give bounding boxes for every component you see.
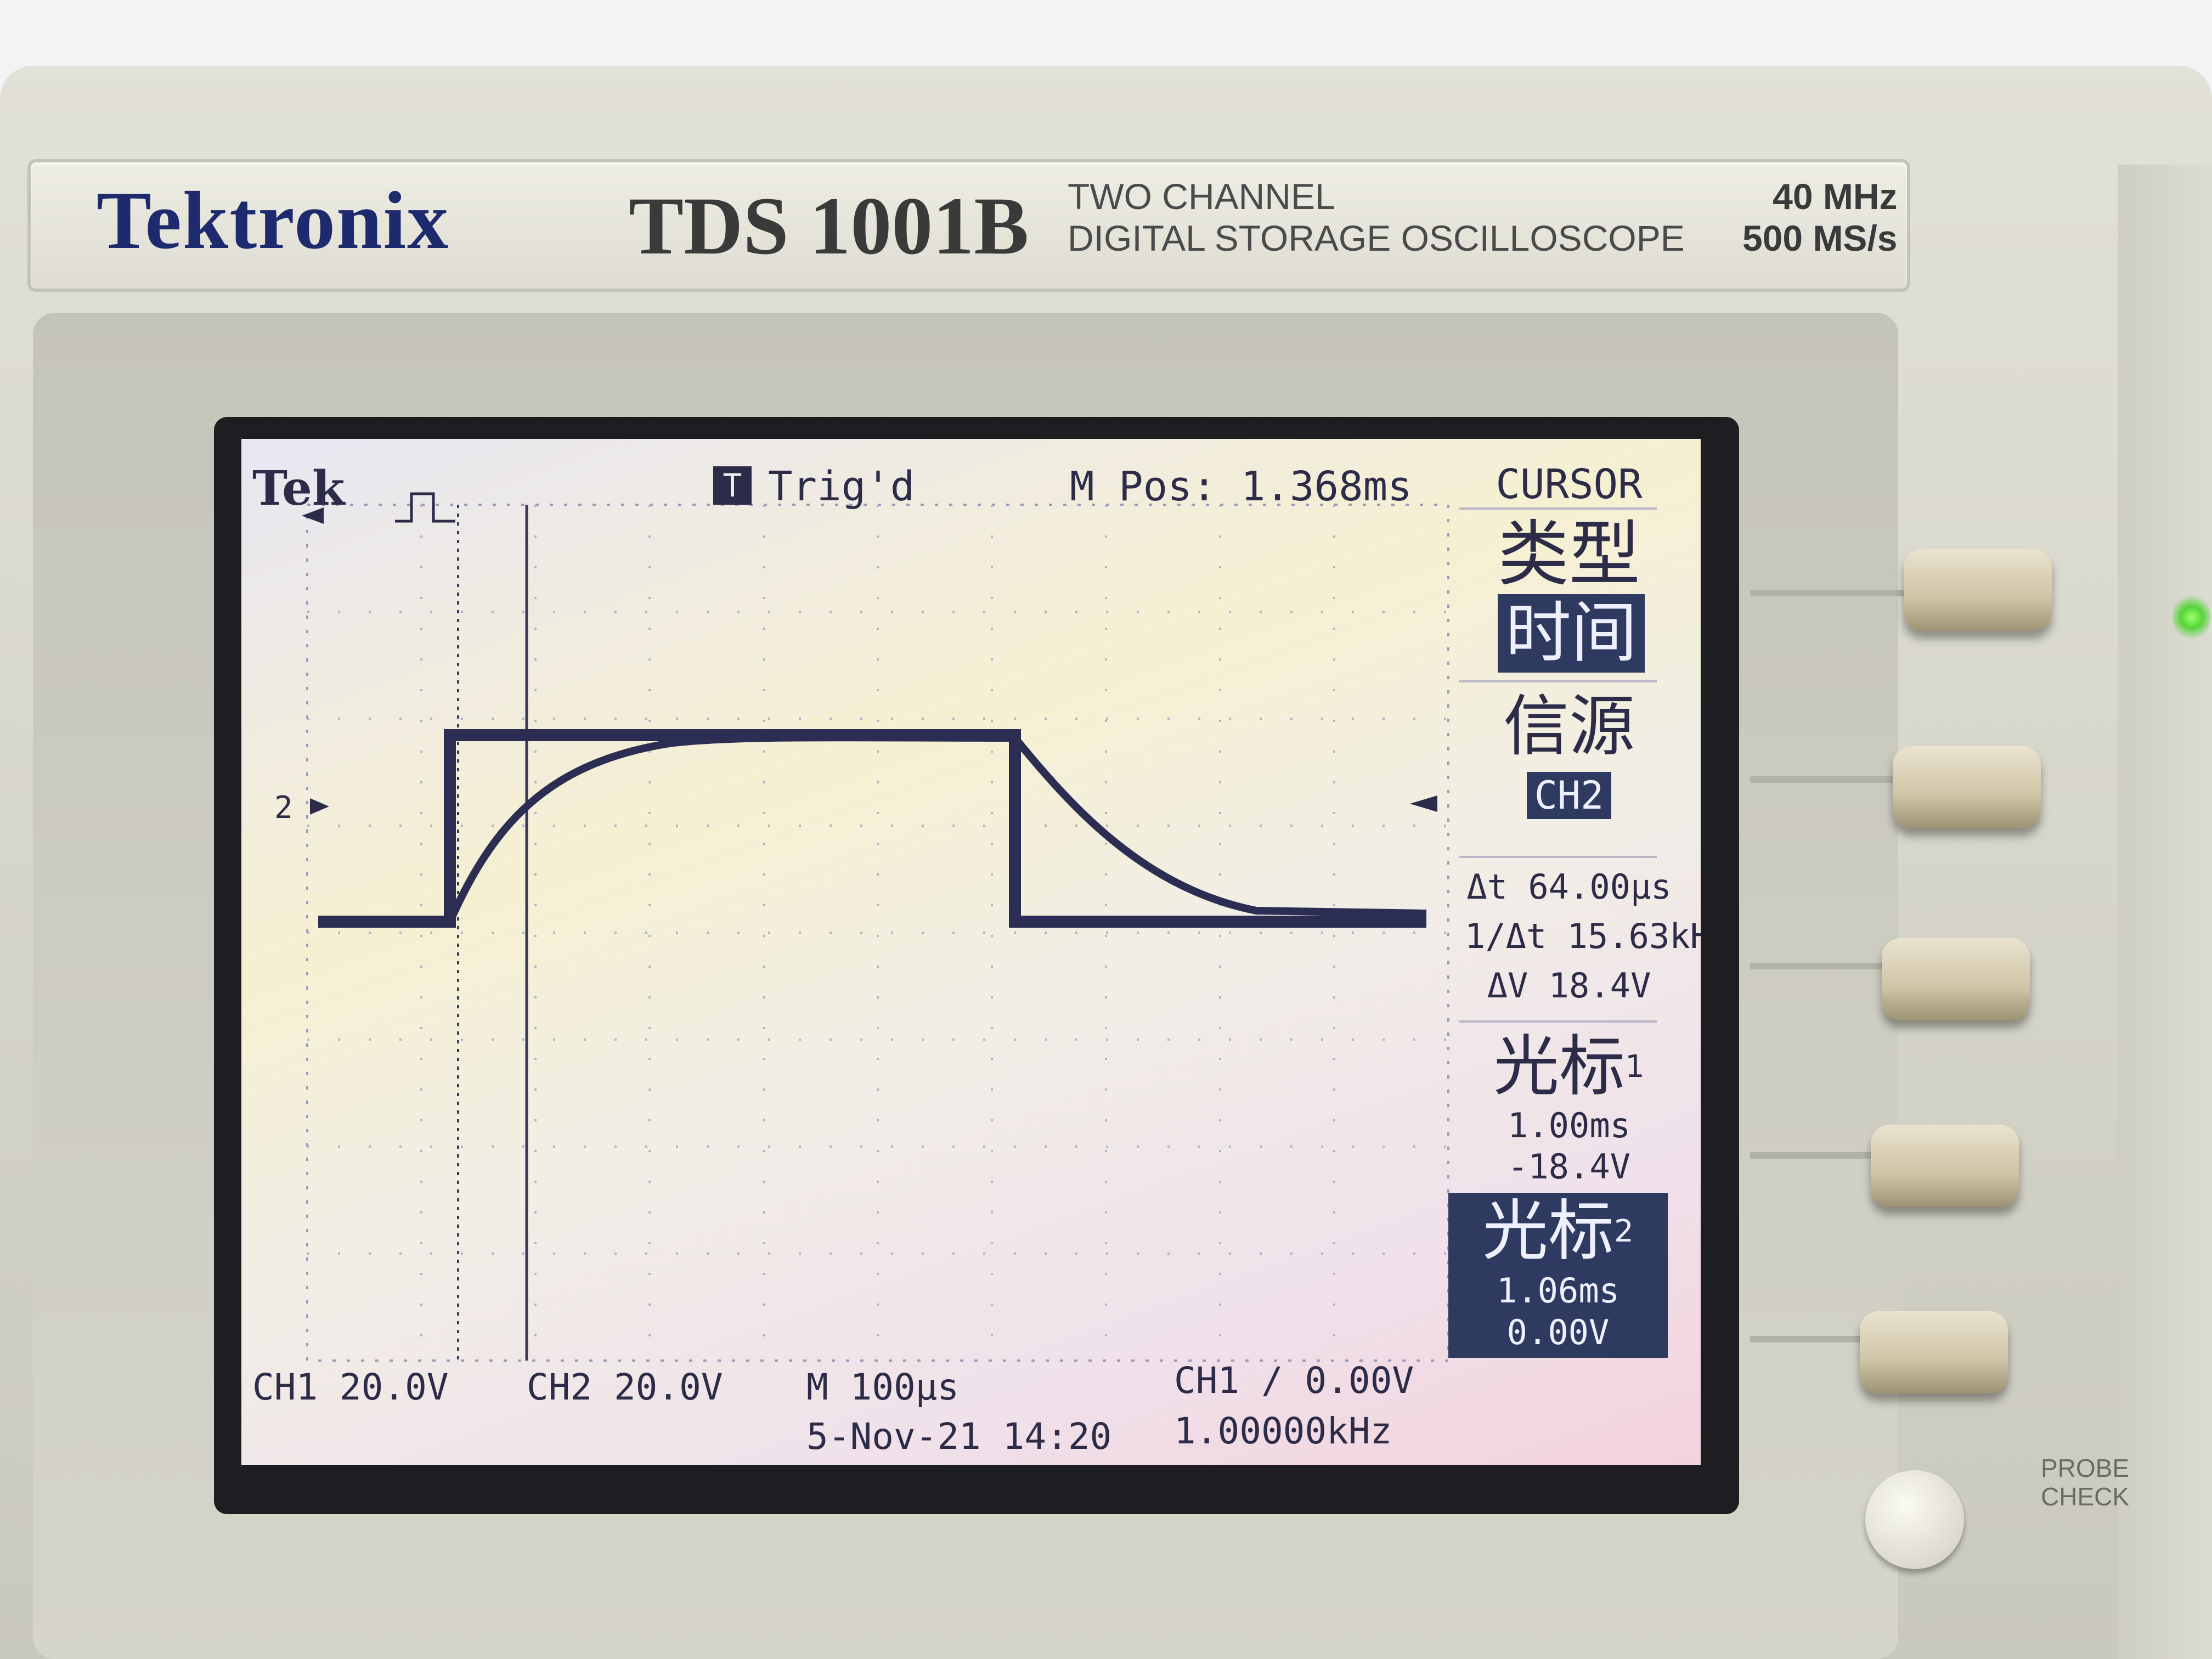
timebase: M 100µs [806,1366,960,1408]
datetime: 5-Nov-21 14:20 [806,1415,1112,1458]
trigger-frequency: 1.00000kHz [1174,1410,1392,1452]
cursor-1-index: 1 [1625,1049,1645,1085]
sample-rate-label: 500 MS/s [1742,218,1898,258]
ch1-scale: CH1 20.0V [252,1366,449,1408]
model-description: TWO CHANNEL DIGITAL STORAGE OSCILLOSCOPE [1068,176,1685,259]
inverse-delta-t-readout: 1/Δt 15.63kHz [1465,916,1701,956]
softkey-4-button[interactable] [1871,1125,2019,1207]
cursor-1-time: 1.00ms [1508,1105,1630,1146]
power-led-icon [2172,592,2211,642]
trigger-setting: CH1 ∕ 0.00V [1174,1359,1414,1402]
cursor-2-index: 2 [1614,1214,1634,1249]
delta-t-readout: Δt 64.00µs [1466,867,1672,907]
menu-type-value[interactable]: 时间 [1498,594,1645,673]
ch2-ground-marker-icon [310,798,329,815]
menu-source-label[interactable]: 信源 [1481,691,1657,763]
menu-divider [1459,856,1657,858]
menu-divider [1459,680,1657,682]
trigger-status: Trig'd [768,463,915,510]
graticule-grid [307,505,1448,1361]
cursor-2-voltage: 0.00V [1506,1312,1610,1352]
tek-logo: Tek [252,461,345,516]
softkey-1-button[interactable] [1904,549,2052,631]
menu-title: CURSOR [1496,461,1643,508]
bandwidth-label: 40 MHz [1773,176,1898,217]
description-line-2: DIGITAL STORAGE OSCILLOSCOPE [1068,218,1685,258]
cursor-1-voltage: -18.4V [1508,1147,1630,1187]
menu-type-label[interactable]: 类型 [1481,516,1657,592]
softkey-5-button[interactable] [1860,1311,2008,1393]
graticule-border [306,504,1449,1362]
description-line-1: TWO CHANNEL [1068,176,1335,217]
cursor-2-time: 1.06ms [1497,1271,1620,1311]
brand-logo: Tektronix [97,175,450,266]
model-name: TDS 1001B [629,180,1029,272]
lcd-display: Tek T Trig'd M Pos: 1.368ms 2 CH1 20.0V … [241,439,1701,1465]
delta-v-readout: ΔV 18.4V [1487,966,1651,1006]
menu-source-value[interactable]: CH2 [1498,772,1640,819]
source-value-text: CH2 [1526,772,1612,819]
trigger-level-marker-icon [1410,795,1437,812]
type-value-text: 时间 [1498,594,1645,673]
side-panel [2118,165,2212,1659]
trigger-icon: T [713,466,752,505]
cursor-1-label: 光标 [1493,1029,1626,1105]
softkey-3-button[interactable] [1882,938,2030,1020]
ch2-ground-label: 2 [274,790,293,826]
model-specs: 40 MHz 500 MS/s [1742,176,1898,259]
ch2-trace [318,733,1427,926]
cursor-2-label: 光标 [1482,1193,1615,1269]
ch1-trace [318,729,1426,928]
main-position: M Pos: 1.368ms [1070,463,1412,510]
cursor-2-menu[interactable]: 光标2 1.06ms 0.00V [1448,1193,1668,1358]
acquire-pulse-icon [395,492,455,523]
softkey-2-button[interactable] [1893,746,2041,828]
cursor-2-heading: 光标2 [1448,1193,1668,1270]
probe-check-button[interactable] [1865,1470,1964,1569]
cursor-1-menu[interactable]: 光标1 [1465,1031,1673,1103]
menu-divider [1459,507,1657,510]
probe-check-line-1: PROBE [2041,1454,2130,1482]
ch2-scale: CH2 20.0V [527,1366,723,1408]
probe-check-line-2: CHECK [2041,1482,2130,1511]
menu-divider [1459,1020,1657,1023]
probe-check-label: PROBE CHECK [2041,1454,2129,1511]
nameplate: Tektronix TDS 1001B TWO CHANNEL DIGITAL … [27,159,1910,292]
